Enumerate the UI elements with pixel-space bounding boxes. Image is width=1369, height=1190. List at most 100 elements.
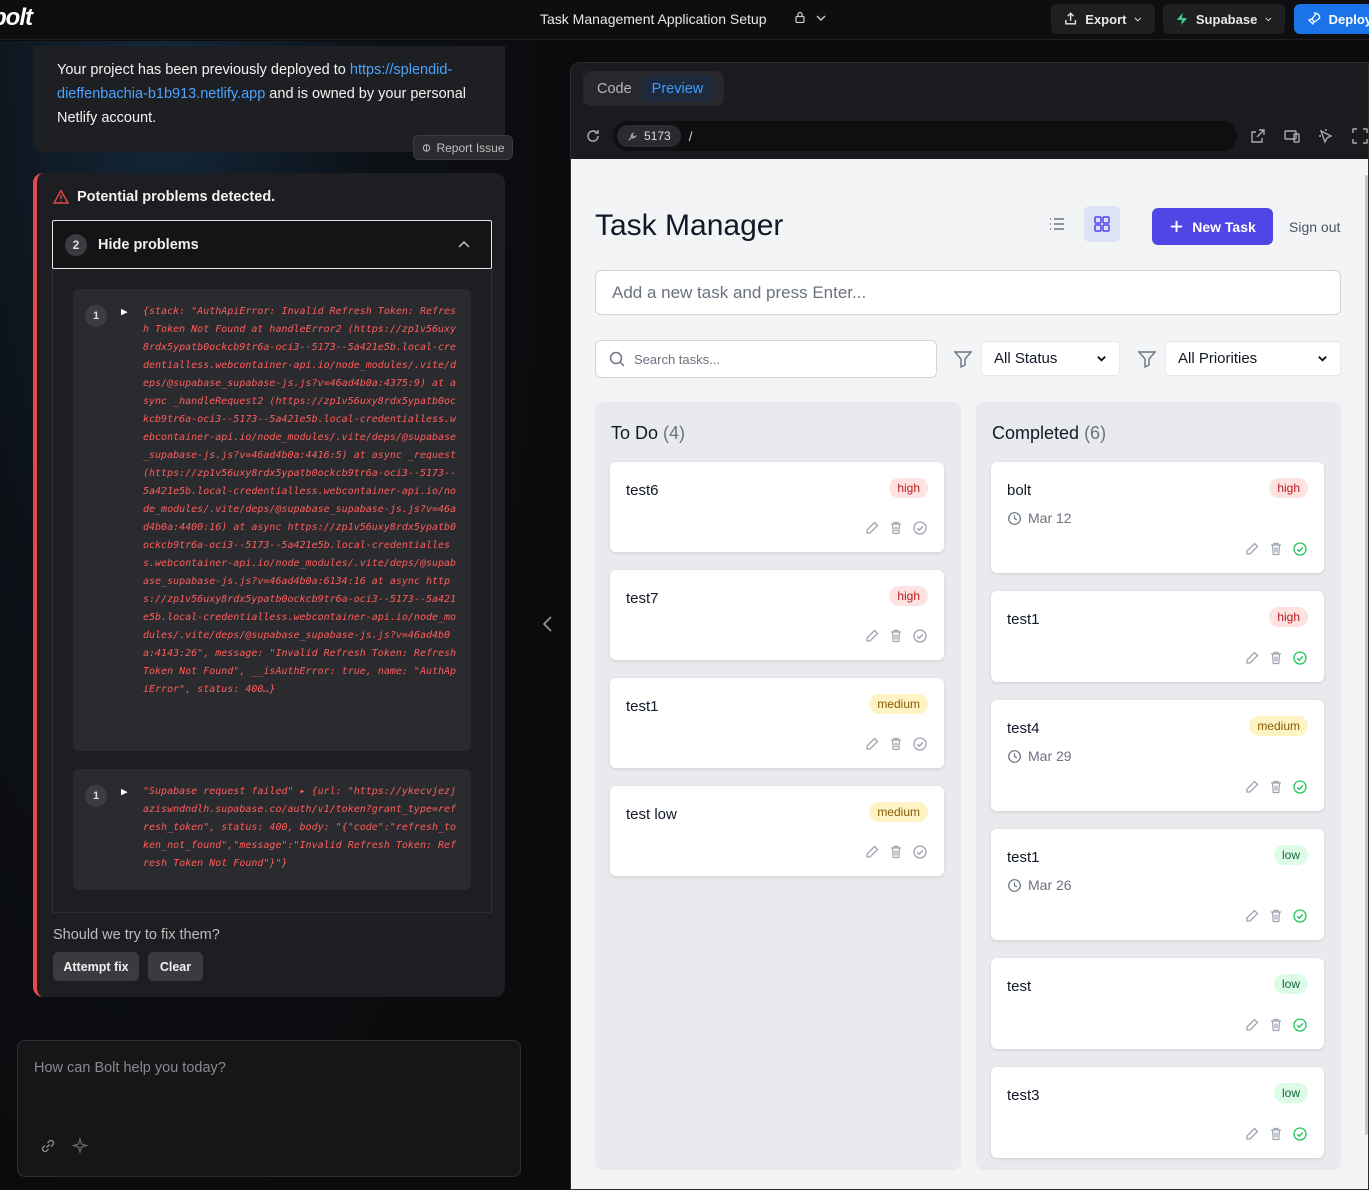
edit-icon[interactable] [1244, 1017, 1260, 1033]
task-title: test1 [1007, 849, 1040, 866]
complete-icon[interactable] [912, 844, 928, 860]
trash-icon[interactable] [1268, 1126, 1284, 1142]
priority-filter-value: All Priorities [1178, 350, 1258, 367]
priority-badge: high [1269, 607, 1308, 627]
trash-icon[interactable] [888, 844, 904, 860]
problems-list: 1 ▶ {stack: "AuthApiError: Invalid Refre… [52, 269, 492, 913]
tab-code[interactable]: Code [587, 75, 642, 102]
trash-icon[interactable] [1268, 908, 1284, 924]
new-task-button[interactable]: New Task [1152, 208, 1273, 245]
check-circle-icon[interactable] [1292, 779, 1308, 795]
preview-panel: Code Preview 5173 / Task Manager New Tas… [570, 62, 1369, 1190]
chat-panel: Your project has been previously deploye… [0, 41, 540, 1190]
expand-triangle-icon[interactable]: ▶ [121, 783, 128, 801]
trash-icon[interactable] [1268, 650, 1284, 666]
list-view-button[interactable] [1039, 206, 1075, 242]
export-button[interactable]: Export [1051, 4, 1155, 34]
chevron-down-icon[interactable] [815, 12, 827, 24]
problems-count-badge: 2 [65, 233, 87, 256]
task-card[interactable]: test low medium [610, 786, 944, 876]
expand-triangle-icon[interactable]: ▶ [121, 303, 128, 321]
edit-icon[interactable] [1244, 779, 1260, 795]
task-card[interactable]: test4 medium Mar 29 [991, 700, 1324, 811]
priority-badge: low [1273, 845, 1308, 865]
lock-icon[interactable] [794, 11, 806, 23]
open-external-icon[interactable] [1249, 127, 1267, 145]
scrollbar[interactable] [1365, 175, 1368, 1135]
completed-column-title: Completed (6) [992, 423, 1106, 444]
grid-icon [1094, 216, 1110, 232]
trash-icon[interactable] [1268, 1017, 1284, 1033]
inspector-icon[interactable] [1317, 127, 1335, 145]
complete-icon[interactable] [912, 736, 928, 752]
clear-button[interactable]: Clear [148, 952, 203, 981]
complete-icon[interactable] [912, 628, 928, 644]
link-icon[interactable] [39, 1137, 57, 1155]
url-path[interactable]: / [689, 129, 693, 144]
check-circle-icon[interactable] [1292, 1017, 1308, 1033]
task-card[interactable]: test6 high [610, 462, 944, 552]
priority-filter-select[interactable]: All Priorities [1165, 341, 1341, 376]
edit-icon[interactable] [1244, 650, 1260, 666]
sign-out-link[interactable]: Sign out [1289, 219, 1340, 235]
edit-icon[interactable] [1244, 908, 1260, 924]
task-card[interactable]: test1 low Mar 26 [991, 829, 1324, 940]
project-title[interactable]: Task Management Application Setup [540, 11, 766, 27]
error-item[interactable]: 1 ▶ "Supabase request failed" ▸ {url: "h… [73, 769, 471, 890]
task-date-text: Mar 29 [1028, 748, 1072, 764]
edit-icon[interactable] [864, 628, 880, 644]
error-item[interactable]: 1 ▶ {stack: "AuthApiError: Invalid Refre… [73, 289, 471, 751]
task-card[interactable]: test low [991, 958, 1324, 1049]
check-circle-icon[interactable] [1292, 650, 1308, 666]
task-card[interactable]: bolt high Mar 12 [991, 462, 1324, 573]
task-card[interactable]: test7 high [610, 570, 944, 660]
sparkle-icon[interactable] [71, 1137, 89, 1155]
tab-preview[interactable]: Preview [641, 75, 714, 102]
plus-icon [1171, 220, 1183, 233]
trash-icon[interactable] [1268, 541, 1284, 557]
attempt-fix-button[interactable]: Attempt fix [53, 952, 139, 981]
deploy-message-pre: Your project has been previously deploye… [57, 62, 350, 78]
task-card[interactable]: test1 medium [610, 678, 944, 768]
check-circle-icon[interactable] [1292, 541, 1308, 557]
hide-problems-toggle[interactable]: 2 Hide problems [52, 220, 492, 269]
grid-view-button[interactable] [1084, 206, 1120, 242]
search-input[interactable]: Search tasks... [595, 340, 937, 378]
collapse-panel-icon[interactable] [541, 614, 555, 634]
supabase-button[interactable]: Supabase [1163, 4, 1285, 34]
error-count-badge: 1 [85, 785, 107, 807]
device-preview-icon[interactable] [1283, 127, 1301, 145]
bolt-logo[interactable]: bolt [0, 4, 33, 32]
clock-icon [1008, 511, 1021, 525]
trash-icon[interactable] [888, 628, 904, 644]
add-task-input[interactable]: Add a new task and press Enter... [595, 270, 1341, 315]
report-issue-button[interactable]: Report Issue [413, 135, 513, 160]
task-actions [1244, 541, 1308, 557]
edit-icon[interactable] [1244, 1126, 1260, 1142]
edit-icon[interactable] [1244, 541, 1260, 557]
task-due-date: Mar 12 [1007, 510, 1072, 526]
trash-icon[interactable] [1268, 779, 1284, 795]
check-circle-icon[interactable] [1292, 908, 1308, 924]
fullscreen-icon[interactable] [1351, 127, 1369, 145]
chat-input[interactable]: How can Bolt help you today? [17, 1040, 521, 1177]
check-circle-icon[interactable] [1292, 1126, 1308, 1142]
reload-icon[interactable] [584, 127, 602, 145]
port-selector[interactable]: 5173 [617, 125, 681, 147]
edit-icon[interactable] [864, 520, 880, 536]
deploy-button[interactable]: Deploy [1294, 4, 1369, 34]
todo-title: To Do [611, 423, 659, 443]
complete-icon[interactable] [912, 520, 928, 536]
url-bar[interactable]: 5173 / [613, 121, 1237, 151]
edit-icon[interactable] [864, 736, 880, 752]
new-task-label: New Task [1192, 218, 1256, 235]
edit-icon[interactable] [864, 844, 880, 860]
status-filter-select[interactable]: All Status [981, 341, 1120, 376]
task-card[interactable]: test1 high [991, 591, 1324, 682]
task-title: test1 [626, 698, 659, 715]
priority-badge: high [1269, 478, 1308, 498]
task-card[interactable]: test3 low [991, 1067, 1324, 1158]
trash-icon[interactable] [888, 520, 904, 536]
trash-icon[interactable] [888, 736, 904, 752]
problems-header: Potential problems detected. [53, 189, 275, 205]
